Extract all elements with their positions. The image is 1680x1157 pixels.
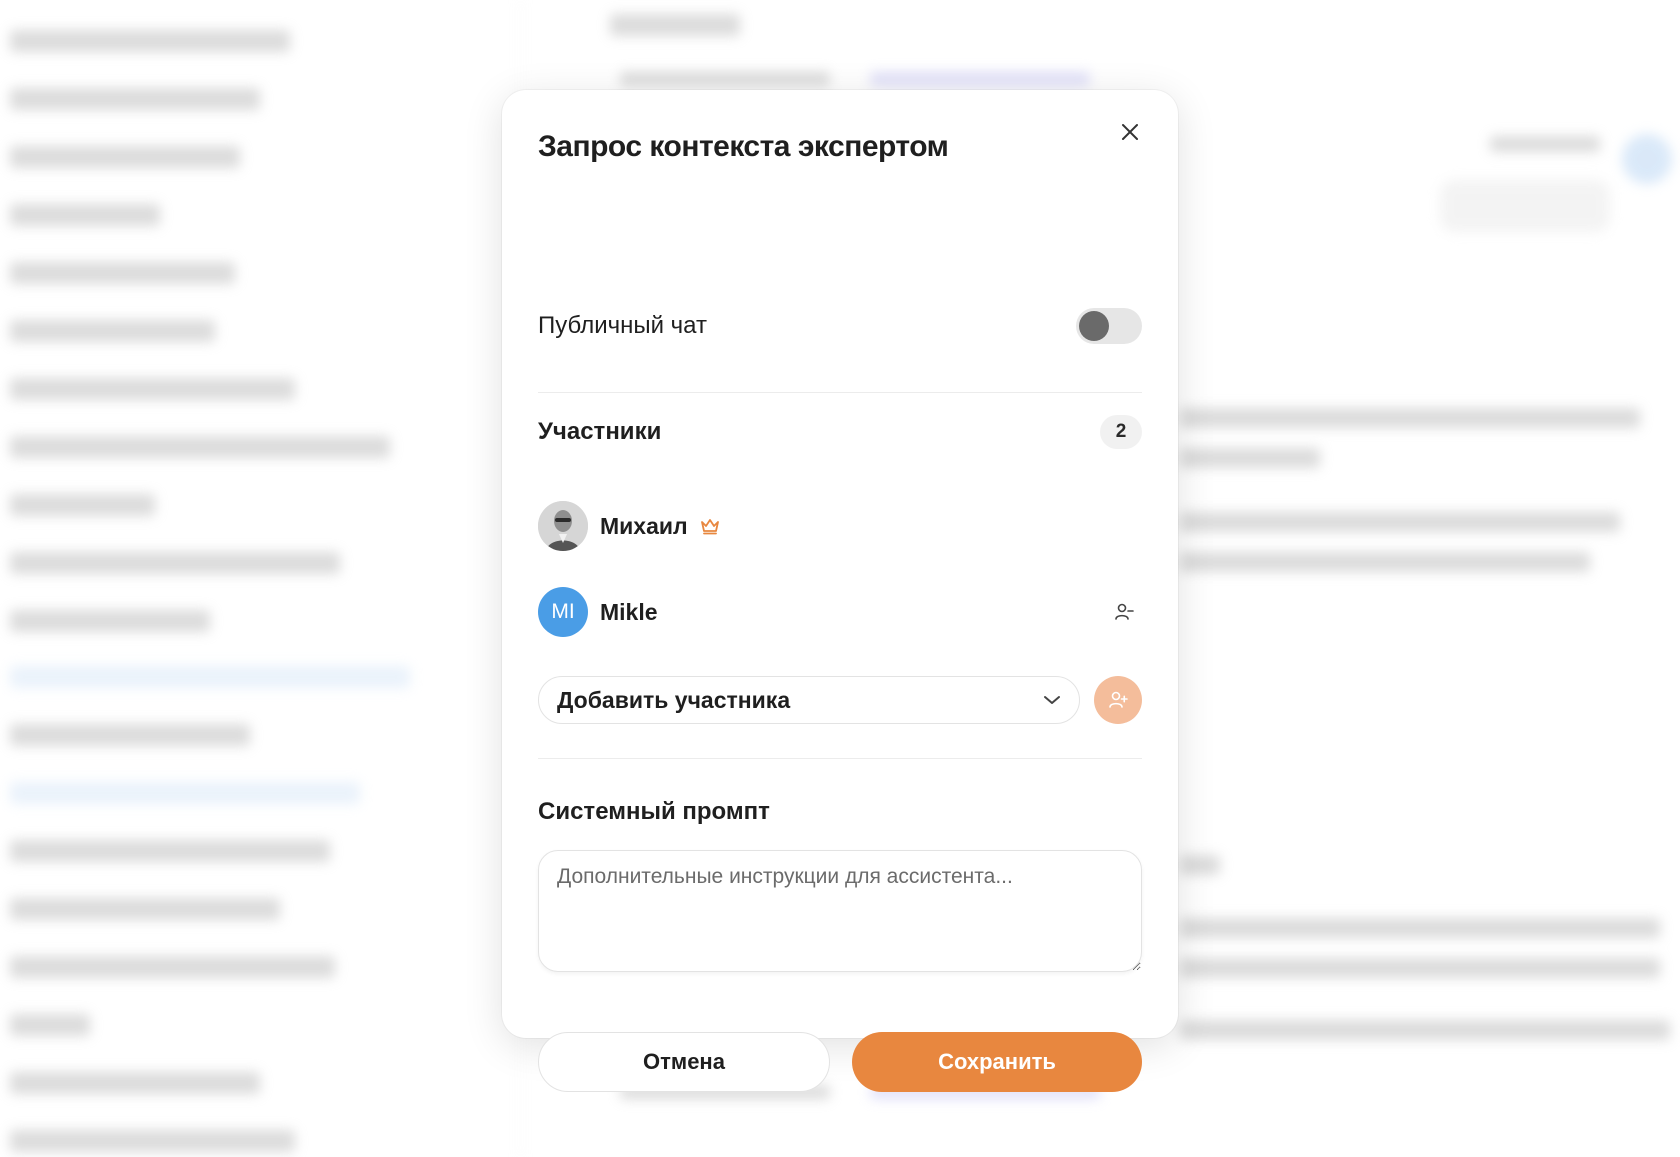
avatar-photo-icon (538, 501, 588, 551)
add-participant-select[interactable]: Добавить участника (538, 676, 1080, 724)
close-icon (1122, 124, 1138, 140)
participant-name: Михаил (600, 512, 688, 539)
background-text (1490, 136, 1600, 152)
background-text (10, 1072, 260, 1094)
background-text (1180, 552, 1590, 572)
background-text (10, 1130, 295, 1152)
background-text (10, 782, 360, 804)
background-text (10, 30, 290, 52)
background-text (1180, 408, 1640, 428)
background-text (10, 610, 210, 632)
divider (538, 392, 1142, 393)
background-bubble (1440, 180, 1610, 232)
participant-row: MI Mikle (538, 586, 1142, 638)
background-text (10, 88, 260, 110)
background-text (10, 320, 215, 342)
save-button[interactable]: Сохранить (852, 1032, 1142, 1092)
modal-title: Запрос контекста экспертом (538, 130, 949, 163)
background-text (1180, 1020, 1670, 1040)
avatar-initials: MI (551, 600, 575, 623)
background-text (10, 956, 335, 978)
add-participant-button[interactable] (1094, 676, 1142, 724)
add-participant-row: Добавить участника (538, 675, 1142, 725)
background-text (10, 840, 330, 862)
background-text (1180, 448, 1320, 468)
participant-name: Mikle (600, 598, 658, 625)
background-text (10, 204, 160, 226)
background-avatar (1622, 134, 1672, 184)
user-add-icon (1109, 691, 1128, 708)
background-text (10, 552, 340, 574)
participant-row: Михаил (538, 500, 1142, 552)
background-text (610, 14, 740, 36)
public-chat-row: Публичный чат (538, 304, 1142, 348)
background-text (10, 378, 295, 400)
background-text (10, 146, 240, 168)
background-text (1180, 512, 1620, 532)
avatar: MI (538, 587, 588, 637)
system-prompt-label: Системный промпт (538, 798, 770, 825)
add-participant-select-label: Добавить участника (557, 686, 791, 713)
background-sidebar (0, 0, 521, 1157)
public-chat-label: Публичный чат (538, 312, 707, 339)
background-text (1180, 958, 1660, 978)
crown-icon (700, 517, 720, 535)
background-text (10, 898, 280, 920)
system-prompt-textarea[interactable] (538, 850, 1142, 972)
public-chat-toggle[interactable] (1076, 308, 1142, 344)
chat-settings-modal: Запрос контекста экспертом Публичный чат… (502, 90, 1178, 1092)
toggle-knob (1079, 311, 1109, 341)
background-text (10, 262, 235, 284)
background-text (620, 72, 830, 86)
participants-count-badge: 2 (1100, 415, 1142, 449)
chevron-down-icon (1044, 696, 1060, 704)
close-button[interactable] (1110, 112, 1150, 152)
user-remove-icon (1115, 603, 1134, 620)
background-text (1180, 918, 1660, 938)
background-text (1180, 855, 1220, 875)
background-text (10, 1014, 90, 1036)
divider (538, 758, 1142, 759)
modal-footer: Отмена Сохранить (538, 1032, 1142, 1092)
background-text (10, 724, 250, 746)
background-link (870, 72, 1090, 86)
background-text (10, 494, 155, 516)
remove-participant-button[interactable] (1106, 594, 1142, 630)
background-text (10, 436, 390, 458)
background-text (10, 666, 410, 688)
avatar (538, 501, 588, 551)
cancel-button[interactable]: Отмена (538, 1032, 830, 1092)
participants-label: Участники (538, 418, 662, 445)
participants-header: Участники 2 (538, 412, 1142, 452)
